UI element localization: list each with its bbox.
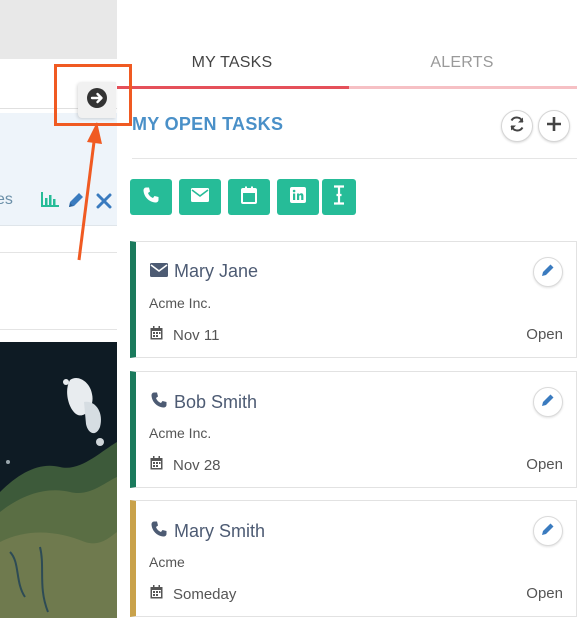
task-due: Nov 28 <box>150 456 221 474</box>
meeting-action-button[interactable] <box>228 179 270 215</box>
task-status: Open <box>526 456 563 473</box>
refresh-button[interactable] <box>501 110 533 142</box>
task-contact-name: Mary Jane <box>174 261 259 281</box>
pencil-icon <box>541 393 555 412</box>
task-due: Nov 11 <box>150 326 219 344</box>
email-action-button[interactable] <box>179 179 221 215</box>
task-contact[interactable]: Mary Smith <box>150 520 265 543</box>
tab-my-tasks[interactable]: MY TASKS <box>117 54 347 72</box>
pencil-icon <box>541 263 555 282</box>
task-contact-name: Bob Smith <box>174 392 258 412</box>
task-company: Acme Inc. <box>149 425 212 441</box>
envelope-icon <box>150 261 168 282</box>
phone-icon <box>150 520 168 543</box>
linkedin-icon <box>290 186 306 208</box>
section-title: MY OPEN TASKS <box>132 114 284 134</box>
panel-tabs: MY TASKS ALERTS <box>117 0 577 90</box>
task-panel: MY TASKS ALERTS MY OPEN TASKS Mary Jane … <box>117 0 577 618</box>
task-contact[interactable]: Mary Jane <box>150 261 258 282</box>
note-action-button[interactable] <box>322 179 356 215</box>
linkedin-action-button[interactable] <box>277 179 319 215</box>
calendar-icon <box>150 456 163 474</box>
task-card[interactable]: Mary Jane Acme Inc. Nov 11 Open <box>130 241 577 358</box>
inactive-tab-indicator <box>349 86 577 89</box>
satellite-map-image <box>0 342 117 618</box>
task-card[interactable]: Mary Smith Acme Someday Open <box>130 500 577 617</box>
task-due-date: Someday <box>173 585 237 603</box>
task-due-date: Nov 28 <box>173 456 221 474</box>
calendar-icon <box>150 585 163 603</box>
edit-task-button[interactable] <box>533 387 563 417</box>
tab-alerts[interactable]: ALERTS <box>347 54 577 72</box>
task-company: Acme Inc. <box>149 295 212 311</box>
task-company: Acme <box>149 554 185 570</box>
annotation-highlight-box <box>54 64 132 126</box>
task-status: Open <box>526 585 563 602</box>
calendar-icon <box>241 186 257 209</box>
plus-icon <box>546 116 562 137</box>
add-task-button[interactable] <box>538 110 570 142</box>
edit-task-button[interactable] <box>533 516 563 546</box>
task-contact-name: Mary Smith <box>174 521 266 541</box>
bar-chart-icon[interactable] <box>41 192 59 213</box>
pencil-icon <box>541 522 555 541</box>
task-status: Open <box>526 326 563 343</box>
annotation-arrow <box>77 122 102 261</box>
task-due: Someday <box>150 585 236 603</box>
calendar-icon <box>150 326 163 344</box>
task-contact[interactable]: Bob Smith <box>150 391 257 414</box>
task-card[interactable]: Bob Smith Acme Inc. Nov 28 Open <box>130 371 577 488</box>
text-cursor-icon <box>333 184 345 210</box>
task-due-date: Nov 11 <box>173 326 220 344</box>
active-tab-indicator <box>117 86 349 89</box>
background-topbar <box>0 0 117 59</box>
envelope-icon <box>191 187 209 207</box>
phone-icon <box>150 391 168 414</box>
screen: es MY TASKS ALERTS MY OPEN TASKS Mary Ja… <box>0 0 577 618</box>
section-divider <box>132 158 577 159</box>
call-action-button[interactable] <box>130 179 172 215</box>
refresh-icon <box>508 115 526 138</box>
phone-icon <box>142 186 160 209</box>
background-tab-label[interactable]: es <box>0 191 13 209</box>
edit-task-button[interactable] <box>533 257 563 287</box>
